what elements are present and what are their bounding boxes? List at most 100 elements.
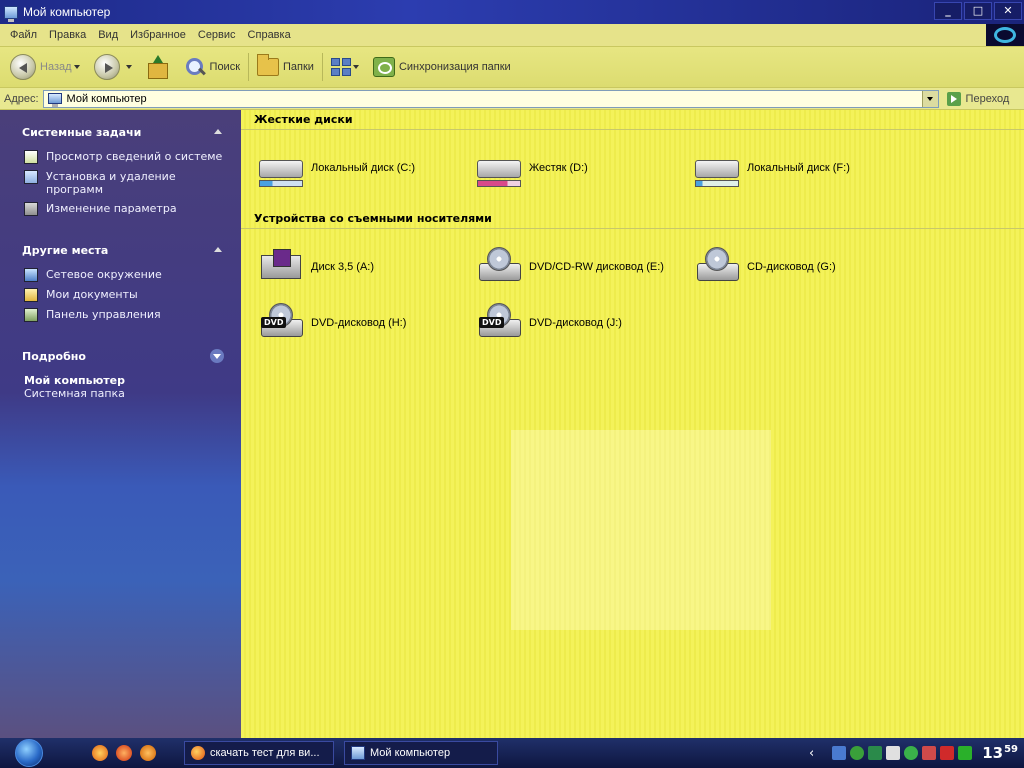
clock-tray-icon[interactable] (850, 746, 865, 760)
up-button[interactable] (142, 50, 180, 84)
folders-button[interactable]: Папки (253, 50, 318, 84)
folders-label: Папки (283, 61, 314, 73)
menu-file[interactable]: Файл (4, 29, 43, 41)
add-remove-programs-icon (24, 170, 38, 184)
system-tasks-list: Просмотр сведений о системе Установка и … (18, 144, 224, 224)
drive-g[interactable]: CD-дисковод (G:) (693, 245, 836, 289)
place-my-documents[interactable]: Мои документы (24, 288, 224, 302)
folder-up-icon (146, 55, 168, 79)
quicklaunch-firefox-icon[interactable] (140, 745, 156, 761)
drive-c[interactable]: Локальный диск (C:) (257, 146, 415, 190)
documents-folder-icon (24, 288, 38, 302)
removable-header: Устройства со съемными носителями (241, 209, 1024, 229)
my-computer-icon (47, 93, 62, 107)
sync-button[interactable]: Синхронизация папки (369, 50, 515, 84)
floppy-drive-icon (257, 245, 305, 289)
drive-label: Диск 3,5 (A:) (311, 261, 375, 273)
task-label: Изменение параметра (46, 202, 177, 215)
place-label: Сетевое окружение (46, 268, 162, 281)
maximize-button[interactable]: □ (964, 2, 992, 20)
clock-minute: 59 (1004, 744, 1018, 755)
address-input[interactable]: Мой компьютер (42, 89, 939, 108)
details-section: Подробно Мой компьютер Системная папка (18, 344, 224, 400)
menu-help[interactable]: Справка (242, 29, 297, 41)
windows-start-icon (15, 739, 43, 767)
menu-edit[interactable]: Правка (43, 29, 92, 41)
menu-tools[interactable]: Сервис (192, 29, 242, 41)
toolbar: Назад Поиск Папки Синхронизация папки (0, 46, 1024, 88)
ati-tray-icon[interactable] (940, 746, 955, 760)
drive-h[interactable]: DVD DVD-дисковод (H:) (257, 301, 406, 345)
views-button[interactable] (327, 50, 369, 84)
place-control-panel[interactable]: Панель управления (24, 308, 224, 322)
collapse-icon[interactable] (212, 244, 224, 256)
drive-label: Локальный диск (F:) (747, 162, 850, 174)
quicklaunch-media-icon[interactable] (92, 745, 108, 761)
network-icon (24, 268, 38, 282)
details-header[interactable]: Подробно (18, 344, 224, 368)
back-button[interactable]: Назад (6, 50, 90, 84)
drive-f[interactable]: Локальный диск (F:) (693, 146, 850, 190)
menu-favorites[interactable]: Избранное (124, 29, 192, 41)
collapse-icon[interactable] (212, 126, 224, 138)
task-change-setting[interactable]: Изменение параметра (24, 202, 224, 216)
window-controls: _ □ ✕ (934, 2, 1022, 20)
antivirus-tray-icon[interactable] (922, 746, 937, 760)
views-dropdown-icon[interactable] (352, 65, 359, 69)
toolbar-separator (321, 53, 323, 81)
battery-tray-icon[interactable] (958, 746, 973, 760)
app-tray-icon[interactable] (868, 746, 883, 760)
system-tray: ‹ 13 59 (784, 738, 1024, 768)
taskbar-item-firefox[interactable]: скачать тест для ви... (184, 741, 334, 765)
forward-dropdown-icon[interactable] (125, 65, 132, 69)
drive-j[interactable]: DVD DVD-дисковод (J:) (475, 301, 622, 345)
task-label: Мой компьютер (370, 747, 451, 759)
address-dropdown-button[interactable] (921, 90, 938, 107)
search-button[interactable]: Поиск (180, 50, 244, 84)
content-area[interactable]: Жесткие диски Локальный диск (C:) Жестяк… (241, 110, 1024, 738)
hard-drives-header: Жесткие диски (241, 110, 1024, 130)
drive-d[interactable]: Жестяк (D:) (475, 146, 588, 190)
globe-tray-icon[interactable] (904, 746, 919, 760)
title-bar[interactable]: Мой компьютер _ □ ✕ (0, 0, 1024, 24)
hard-drive-icon (693, 146, 741, 190)
go-arrow-icon (946, 91, 961, 106)
forward-button[interactable] (90, 50, 142, 84)
place-network[interactable]: Сетевое окружение (24, 268, 224, 282)
other-places-header[interactable]: Другие места (18, 238, 224, 262)
details-title: Подробно (22, 349, 86, 363)
dvd-badge: DVD (479, 317, 505, 328)
network-tray-icon[interactable] (832, 746, 847, 760)
expand-icon[interactable] (210, 349, 224, 363)
clock[interactable]: 13 59 (982, 744, 1018, 762)
other-places-list: Сетевое окружение Мои документы Панель у… (18, 262, 224, 330)
close-button[interactable]: ✕ (994, 2, 1022, 20)
taskbar-item-my-computer[interactable]: Мой компьютер (344, 741, 498, 765)
my-computer-icon (4, 5, 18, 22)
display-tray-icon[interactable] (886, 746, 901, 760)
drive-label: Локальный диск (C:) (311, 162, 416, 174)
drive-label: Жестяк (D:) (529, 162, 588, 174)
hard-drive-icon (257, 146, 305, 190)
system-tasks-header[interactable]: Системные задачи (18, 120, 224, 144)
task-view-system-info[interactable]: Просмотр сведений о системе (24, 150, 224, 164)
drive-a[interactable]: Диск 3,5 (A:) (257, 245, 374, 289)
minimize-button[interactable]: _ (934, 2, 962, 20)
go-button[interactable]: Переход (946, 91, 1009, 106)
settings-icon (24, 202, 38, 216)
back-dropdown-icon[interactable] (73, 65, 80, 69)
folders-icon (257, 54, 280, 76)
details-item-name: Мой компьютер (24, 374, 126, 387)
task-add-remove-programs[interactable]: Установка и удаление программ (24, 170, 224, 196)
menu-view[interactable]: Вид (92, 29, 124, 41)
drive-label: DVD/CD-RW дисковод (E:) (529, 261, 664, 273)
optical-drive-icon (475, 245, 523, 289)
quicklaunch-browser-icon[interactable] (116, 745, 132, 761)
sync-label: Синхронизация папки (398, 61, 511, 73)
tray-expand-icon[interactable]: ‹ (809, 746, 814, 761)
drive-e[interactable]: DVD/CD-RW дисковод (E:) (475, 245, 664, 289)
start-button[interactable] (0, 738, 58, 768)
drive-label: DVD-дисковод (H:) (311, 317, 407, 329)
clock-hour: 13 (982, 744, 1004, 762)
address-bar: Адрес: Мой компьютер Переход (0, 88, 1024, 110)
